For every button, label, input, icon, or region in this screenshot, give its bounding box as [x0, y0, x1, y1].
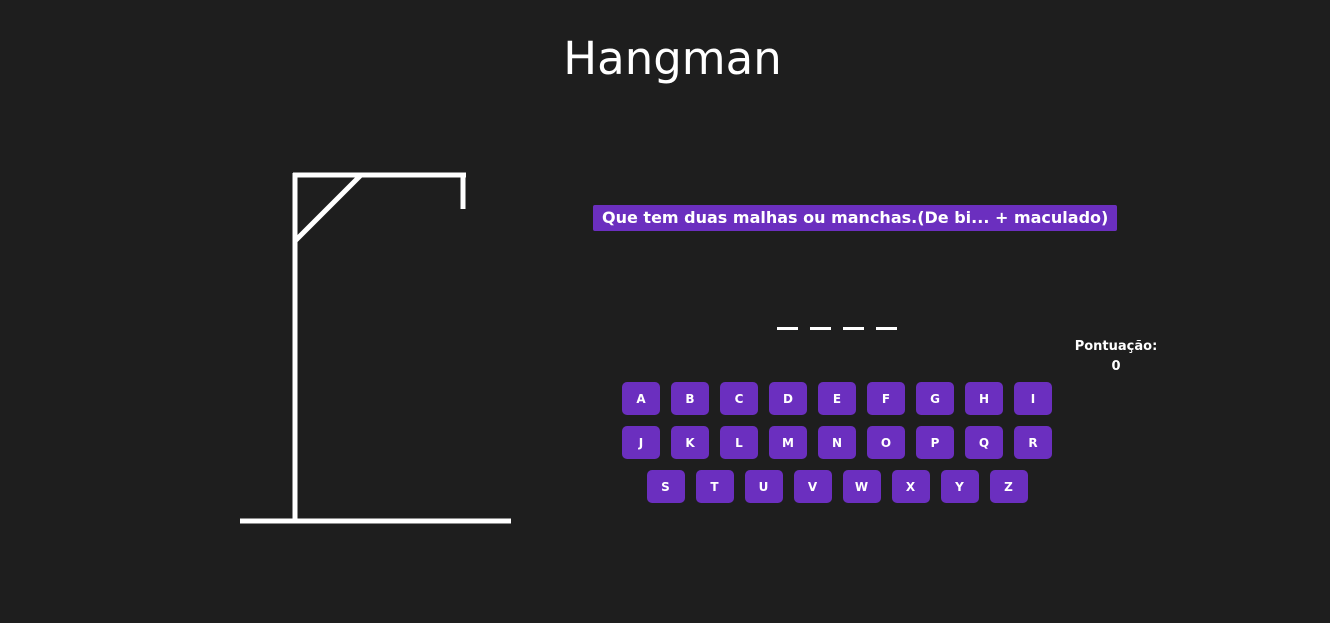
letter-key-r[interactable]: R [1014, 426, 1052, 459]
score-panel: Pontuação: 0 [1066, 337, 1166, 377]
letter-key-m[interactable]: M [769, 426, 807, 459]
letter-key-b[interactable]: B [671, 382, 709, 415]
letter-key-c[interactable]: C [720, 382, 758, 415]
letter-key-v[interactable]: V [793, 470, 832, 503]
score-label: Pontuação: [1074, 339, 1158, 354]
letter-slot [843, 327, 864, 330]
score-value: 0 [1111, 359, 1121, 374]
hangman-page: Hangman Que tem duas malhas ou manchas.(… [0, 0, 1330, 623]
letter-slot [777, 327, 798, 330]
letter-key-i[interactable]: I [1014, 382, 1052, 415]
letter-key-t[interactable]: T [695, 470, 734, 503]
gallows-brace [293, 173, 363, 243]
letter-key-d[interactable]: D [769, 382, 807, 415]
keyboard-row: JKLMNOPQR [600, 426, 1074, 459]
word-display [777, 327, 897, 330]
letter-key-j[interactable]: J [622, 426, 660, 459]
letter-key-y[interactable]: Y [940, 470, 979, 503]
letter-key-x[interactable]: X [891, 470, 930, 503]
keyboard-row: ABCDEFGHI [600, 382, 1074, 415]
letter-key-k[interactable]: K [671, 426, 709, 459]
letter-key-u[interactable]: U [744, 470, 783, 503]
keyboard-row: STUVWXYZ [600, 470, 1074, 503]
letter-key-z[interactable]: Z [989, 470, 1028, 503]
letter-key-g[interactable]: G [916, 382, 954, 415]
letter-keyboard: ABCDEFGHI JKLMNOPQR STUVWXYZ [600, 382, 1074, 514]
letter-key-e[interactable]: E [818, 382, 856, 415]
letter-key-q[interactable]: Q [965, 426, 1003, 459]
letter-key-a[interactable]: A [622, 382, 660, 415]
letter-slot [876, 327, 897, 330]
gallows-drawing [240, 172, 511, 524]
letter-key-s[interactable]: S [646, 470, 685, 503]
letter-key-h[interactable]: H [965, 382, 1003, 415]
letter-key-w[interactable]: W [842, 470, 881, 503]
letter-key-p[interactable]: P [916, 426, 954, 459]
hint-text: Que tem duas malhas ou manchas.(De bi...… [593, 205, 1118, 231]
letter-key-l[interactable]: L [720, 426, 758, 459]
letter-slot [810, 327, 831, 330]
letter-key-n[interactable]: N [818, 426, 856, 459]
letter-key-f[interactable]: F [867, 382, 905, 415]
letter-key-o[interactable]: O [867, 426, 905, 459]
